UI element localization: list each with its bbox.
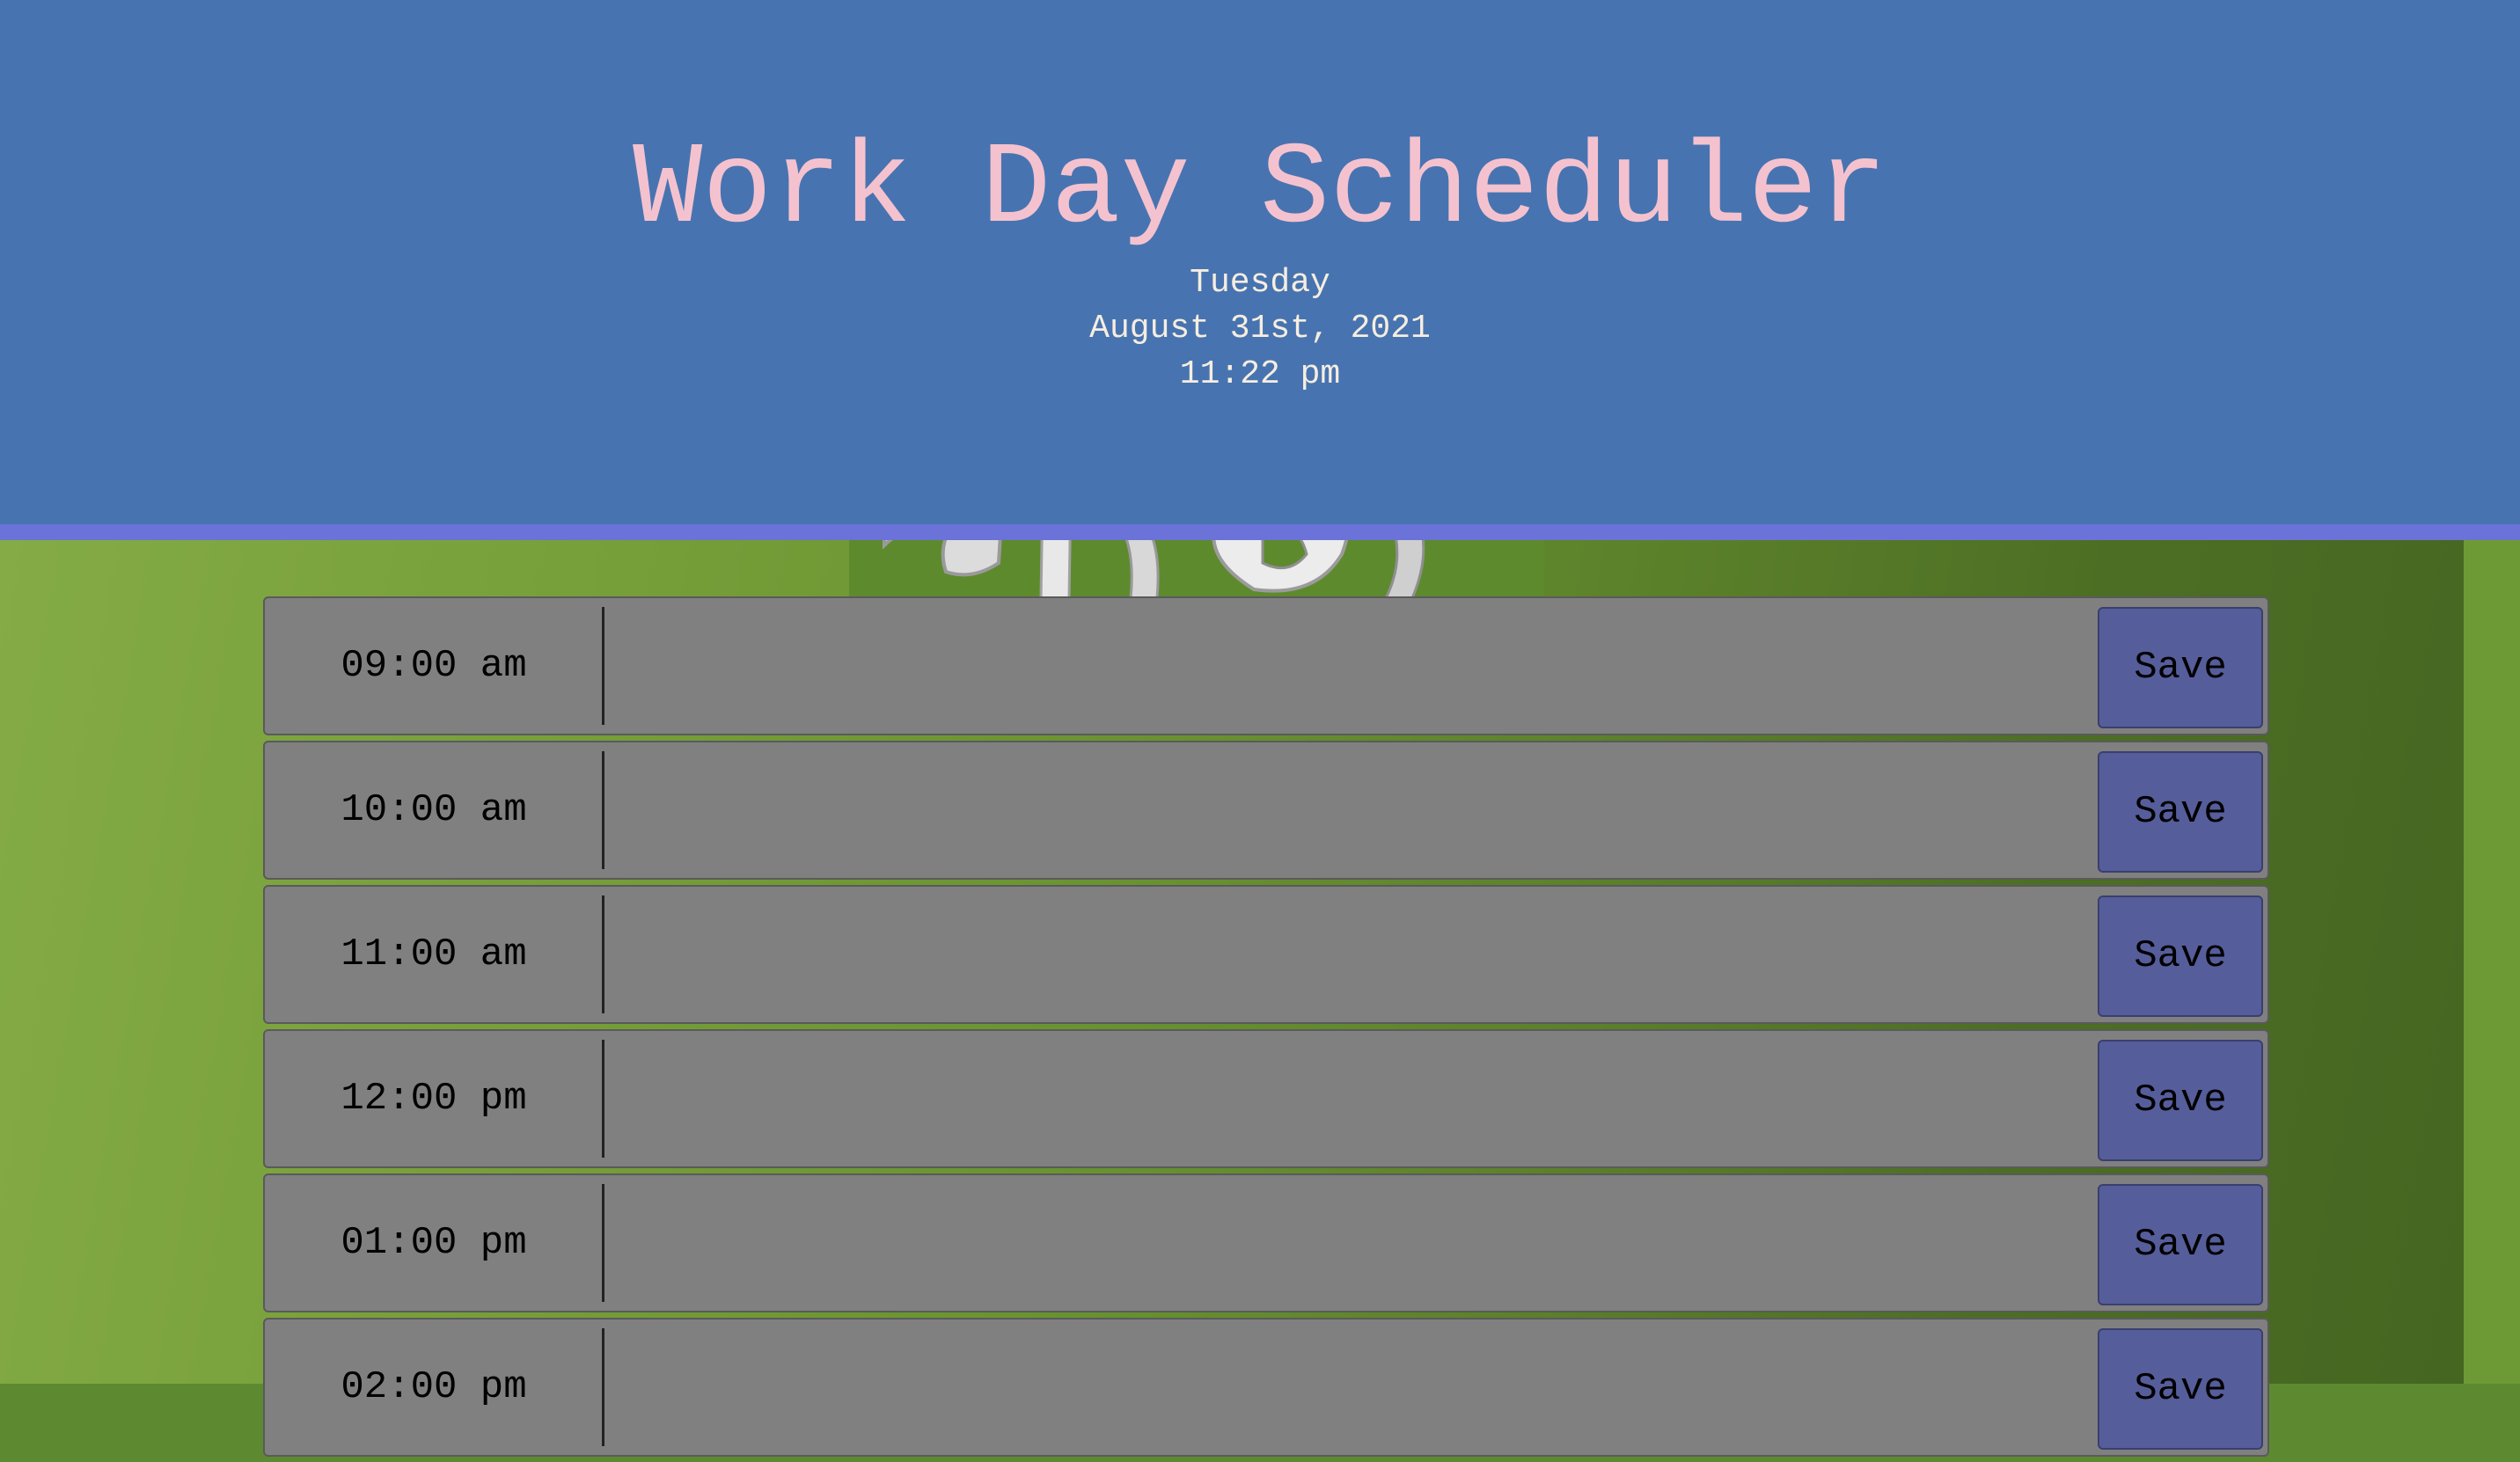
timeblock-row: 09:00 am Save xyxy=(263,596,2357,735)
divider xyxy=(602,895,604,1013)
save-button[interactable]: Save xyxy=(2098,1328,2263,1450)
hour-label: 01:00 pm xyxy=(341,1221,527,1265)
background-strip xyxy=(2464,528,2520,1384)
hour-label: 09:00 am xyxy=(341,644,527,688)
current-day: Tuesday xyxy=(1190,264,1330,302)
hour-label: 10:00 am xyxy=(341,788,527,832)
timeblock-row: 11:00 am Save xyxy=(263,885,2357,1024)
hour-label: 12:00 pm xyxy=(341,1077,527,1121)
save-button[interactable]: Save xyxy=(2098,1040,2263,1161)
save-button[interactable]: Save xyxy=(2098,607,2263,728)
save-button[interactable]: Save xyxy=(2098,1184,2263,1305)
divider xyxy=(602,607,604,725)
divider xyxy=(602,751,604,869)
timeblock-list: 09:00 am Save 10:00 am Save 11:00 am Sav… xyxy=(263,596,2357,1462)
divider xyxy=(602,1328,604,1446)
page-title: Work Day Scheduler xyxy=(633,124,1887,256)
event-description-input[interactable] xyxy=(606,742,2357,878)
event-description-input[interactable] xyxy=(606,887,2357,1022)
timeblock-row: 01:00 pm Save xyxy=(263,1173,2357,1312)
event-description-input[interactable] xyxy=(606,598,2357,734)
timeblock-row: 02:00 pm Save xyxy=(263,1318,2357,1457)
divider xyxy=(602,1184,604,1302)
hour-label: 11:00 am xyxy=(341,932,527,976)
event-description-input[interactable] xyxy=(606,1319,2357,1455)
save-button[interactable]: Save xyxy=(2098,895,2263,1017)
hour-label: 02:00 pm xyxy=(341,1365,527,1409)
timeblock-row: 10:00 am Save xyxy=(263,741,2357,880)
save-button[interactable]: Save xyxy=(2098,751,2263,873)
current-time: 11:22 pm xyxy=(1179,355,1341,393)
event-description-input[interactable] xyxy=(606,1175,2357,1311)
header-divider xyxy=(0,524,2520,540)
timeblock-row: 12:00 pm Save xyxy=(263,1029,2357,1168)
current-date: August 31st, 2021 xyxy=(1089,310,1431,347)
divider xyxy=(602,1040,604,1158)
event-description-input[interactable] xyxy=(606,1031,2357,1166)
app-header: Work Day Scheduler Tuesday August 31st, … xyxy=(0,0,2520,524)
